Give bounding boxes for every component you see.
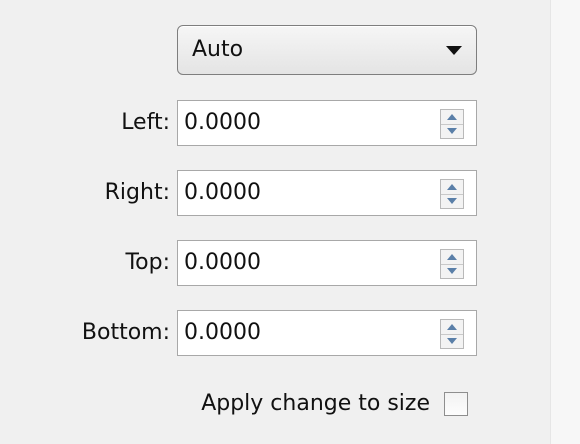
right-label: Right: <box>104 180 170 205</box>
bottom-spin-buttons <box>440 319 464 349</box>
left-decrement-button[interactable] <box>441 124 463 138</box>
mode-dropdown-value: Auto <box>192 37 244 62</box>
arrow-up-icon <box>447 114 457 120</box>
right-spin-buttons <box>440 179 464 209</box>
right-decrement-button[interactable] <box>441 194 463 208</box>
right-spinbox[interactable]: 0.0000 <box>177 170 477 216</box>
left-label: Left: <box>121 110 170 135</box>
arrow-up-icon <box>447 184 457 190</box>
left-spinbox[interactable]: 0.0000 <box>177 100 477 146</box>
chevron-down-icon <box>446 46 462 55</box>
right-value[interactable]: 0.0000 <box>184 181 261 205</box>
bottom-decrement-button[interactable] <box>441 334 463 348</box>
apply-change-checkbox[interactable] <box>444 392 468 416</box>
right-increment-button[interactable] <box>441 180 463 195</box>
top-spin-buttons <box>440 249 464 279</box>
apply-change-label: Apply change to size <box>201 391 430 416</box>
top-value[interactable]: 0.0000 <box>184 251 261 275</box>
bottom-spinbox[interactable]: 0.0000 <box>177 310 477 356</box>
arrow-down-icon <box>447 338 457 344</box>
top-spinbox[interactable]: 0.0000 <box>177 240 477 286</box>
left-value[interactable]: 0.0000 <box>184 111 261 135</box>
left-spin-buttons <box>440 109 464 139</box>
bottom-label: Bottom: <box>81 320 170 345</box>
top-increment-button[interactable] <box>441 250 463 265</box>
arrow-up-icon <box>447 254 457 260</box>
side-strip <box>550 0 580 444</box>
mode-dropdown[interactable]: Auto <box>177 25 477 75</box>
left-increment-button[interactable] <box>441 110 463 125</box>
arrow-down-icon <box>447 128 457 134</box>
arrow-down-icon <box>447 268 457 274</box>
top-label: Top: <box>125 250 170 275</box>
bottom-value[interactable]: 0.0000 <box>184 321 261 345</box>
bottom-increment-button[interactable] <box>441 320 463 335</box>
arrow-down-icon <box>447 198 457 204</box>
arrow-up-icon <box>447 324 457 330</box>
margins-panel: Auto Left: 0.0000 Right: 0.0000 Top: 0.0… <box>0 0 580 444</box>
top-decrement-button[interactable] <box>441 264 463 278</box>
